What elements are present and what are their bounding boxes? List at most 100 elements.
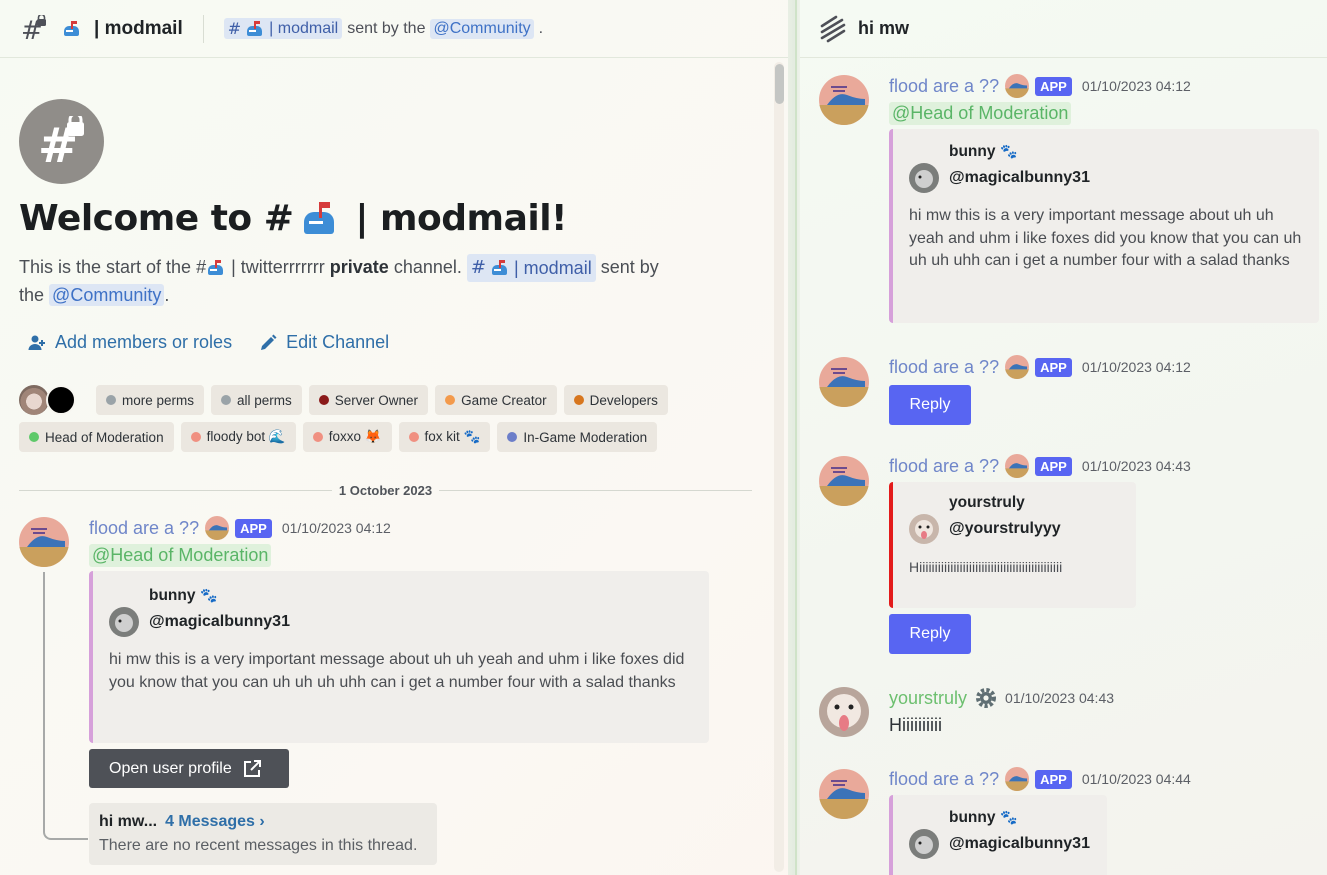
timestamp[interactable]: 01/10/2023 04:44 (1082, 771, 1191, 787)
pane-divider (795, 0, 797, 875)
paw-icon: 🐾 (999, 809, 1018, 825)
role-mention[interactable]: @Head of Moderation (889, 102, 1072, 125)
thread-icon (820, 15, 846, 42)
bot-mini-avatar (1005, 355, 1030, 379)
paw-icon: 🐾 (999, 143, 1018, 159)
date-separator: 1 October 2023 (19, 482, 752, 498)
message-header: flood are a ?? APP 01/10/2023 04:12 (89, 516, 719, 540)
topic-text: sent by the (347, 19, 426, 37)
bot-mini-avatar (1005, 74, 1030, 98)
role-pill[interactable]: floody bot 🌊 (180, 422, 296, 452)
header-divider (202, 14, 204, 43)
mailbox-emoji-icon (62, 20, 82, 37)
thread-messages-link[interactable]: 4 Messages › (165, 813, 265, 830)
bot-avatar[interactable] (819, 75, 869, 125)
role-pill[interactable]: Server Owner (308, 385, 429, 415)
timestamp[interactable]: 01/10/2023 04:12 (1082, 359, 1191, 375)
embed-handle: @magicalbunny31 (949, 835, 1090, 852)
role-pill[interactable]: all perms (211, 385, 302, 415)
role-pill[interactable]: Head of Moderation (19, 422, 174, 452)
edit-channel-button[interactable]: Edit Channel (258, 332, 389, 353)
mailbox-emoji-icon (490, 260, 510, 276)
message-author[interactable]: flood are a ?? (889, 769, 999, 790)
message-embed: yourstruly @yourstrulyyy Hiiiiiiiiiiiiii… (889, 482, 1136, 608)
user-avatar[interactable] (819, 687, 869, 737)
roles-row-1: more perms all perms Server Owner Game C… (19, 385, 719, 415)
role-pill[interactable]: fox kit 🐾 (398, 422, 491, 452)
embed-handle: @magicalbunny31 (949, 169, 1090, 186)
add-members-button[interactable]: Add members or roles (27, 332, 232, 353)
app-tag: APP (235, 518, 272, 538)
message-text: Hiiiiiiiiii (889, 715, 942, 735)
app-tag: APP (1035, 456, 1072, 476)
open-user-profile-button[interactable]: Open user profile (89, 749, 289, 788)
pencil-icon (261, 334, 277, 350)
channel-pane: # | modmail # | modmail sent by the @Comm… (0, 0, 788, 875)
embed-handle: @yourstrulyyy (949, 520, 1061, 537)
thread-title[interactable]: hi mw... (99, 813, 157, 830)
add-members-icon (28, 335, 45, 350)
role-pill[interactable]: more perms (96, 385, 205, 415)
reply-button[interactable]: Reply (889, 614, 971, 654)
thread-message: flood are a ?? APP 01/10/2023 04:12 @Hea… (889, 74, 1319, 323)
thread-message: flood are a ?? APP 01/10/2023 04:44 bunn… (889, 767, 1319, 875)
thread-preview[interactable]: hi mw... 4 Messages › There are no recent… (89, 803, 437, 865)
embed-text: hi mw this is a very important message a… (109, 651, 685, 691)
reply-button[interactable]: Reply (889, 385, 971, 425)
thread-title: hi mw (858, 18, 910, 38)
embed-author-name: bunny (149, 587, 196, 604)
channel-mention[interactable]: # | modmail (223, 18, 343, 39)
bot-mini-avatar (205, 516, 230, 540)
scrollbar-track[interactable] (774, 62, 784, 872)
text-channel-lock-icon: # (20, 13, 48, 46)
bot-avatar[interactable] (19, 517, 69, 567)
member-roles: more perms all perms Server Owner Game C… (19, 385, 719, 459)
thread-pane: hi mw flood are a ?? APP 01/10/2023 04:1… (800, 0, 1327, 875)
role-pill[interactable]: Game Creator (435, 385, 557, 415)
thread-header: hi mw (800, 0, 1327, 58)
role-mention[interactable]: @Community (49, 284, 165, 306)
scrollbar-thumb[interactable] (775, 64, 784, 104)
role-mention[interactable]: @Community (430, 18, 534, 39)
channel-actions: Add members or roles Edit Channel (27, 332, 389, 353)
mailbox-emoji-icon (301, 201, 337, 236)
roles-row-2: Head of Moderation floody bot 🌊 foxxo 🦊 … (19, 422, 719, 452)
app-tag: APP (1035, 357, 1072, 377)
bot-avatar[interactable] (819, 769, 869, 819)
timestamp[interactable]: 01/10/2023 04:12 (282, 520, 391, 536)
gear-icon (976, 688, 997, 708)
mailbox-emoji-icon (206, 260, 226, 276)
channel-mention[interactable]: # | modmail (466, 254, 596, 282)
message-author[interactable]: flood are a ?? (89, 518, 199, 539)
message-author[interactable]: flood are a ?? (889, 76, 999, 97)
role-pill[interactable]: Developers (563, 385, 668, 415)
timestamp[interactable]: 01/10/2023 04:43 (1005, 690, 1114, 706)
embed-author-name: bunny (949, 143, 996, 160)
embed-author-name: yourstruly (949, 494, 1025, 511)
member-avatar[interactable] (46, 385, 76, 415)
thread-connector (43, 572, 88, 840)
embed-text: Hiiiiiiiiiiiiiiiiiiiiiiiiiiiiiiiiiiiiiii… (909, 559, 1063, 575)
embed-text: hi mw this is a very important message a… (909, 207, 1302, 269)
timestamp[interactable]: 01/10/2023 04:43 (1082, 458, 1191, 474)
thread-subtitle: There are no recent messages in this thr… (99, 837, 418, 854)
pane-resize-handle[interactable] (788, 0, 800, 875)
thread-message: flood are a ?? APP 01/10/2023 04:12 Repl… (889, 355, 1319, 425)
channel-welcome-icon: # (19, 99, 104, 184)
member-avatar[interactable] (19, 385, 49, 415)
bot-avatar[interactable] (819, 456, 869, 506)
thread-message: flood are a ?? APP 01/10/2023 04:43 your… (889, 454, 1319, 654)
message-author[interactable]: yourstruly (889, 688, 967, 709)
role-mention[interactable]: @Head of Moderation (89, 544, 272, 567)
paw-icon: 🐾 (199, 587, 218, 603)
app-tag: APP (1035, 76, 1072, 96)
message-author[interactable]: flood are a ?? (889, 357, 999, 378)
role-pill[interactable]: foxxo 🦊 (302, 422, 392, 452)
bot-avatar[interactable] (819, 357, 869, 407)
app-tag: APP (1035, 769, 1072, 789)
message-embed: bunny 🐾 @magicalbunny31 hi mw this is a … (89, 571, 709, 743)
role-pill[interactable]: In-Game Moderation (497, 422, 658, 452)
embed-author-avatar (109, 607, 139, 637)
message-author[interactable]: flood are a ?? (889, 456, 999, 477)
timestamp[interactable]: 01/10/2023 04:12 (1082, 78, 1191, 94)
